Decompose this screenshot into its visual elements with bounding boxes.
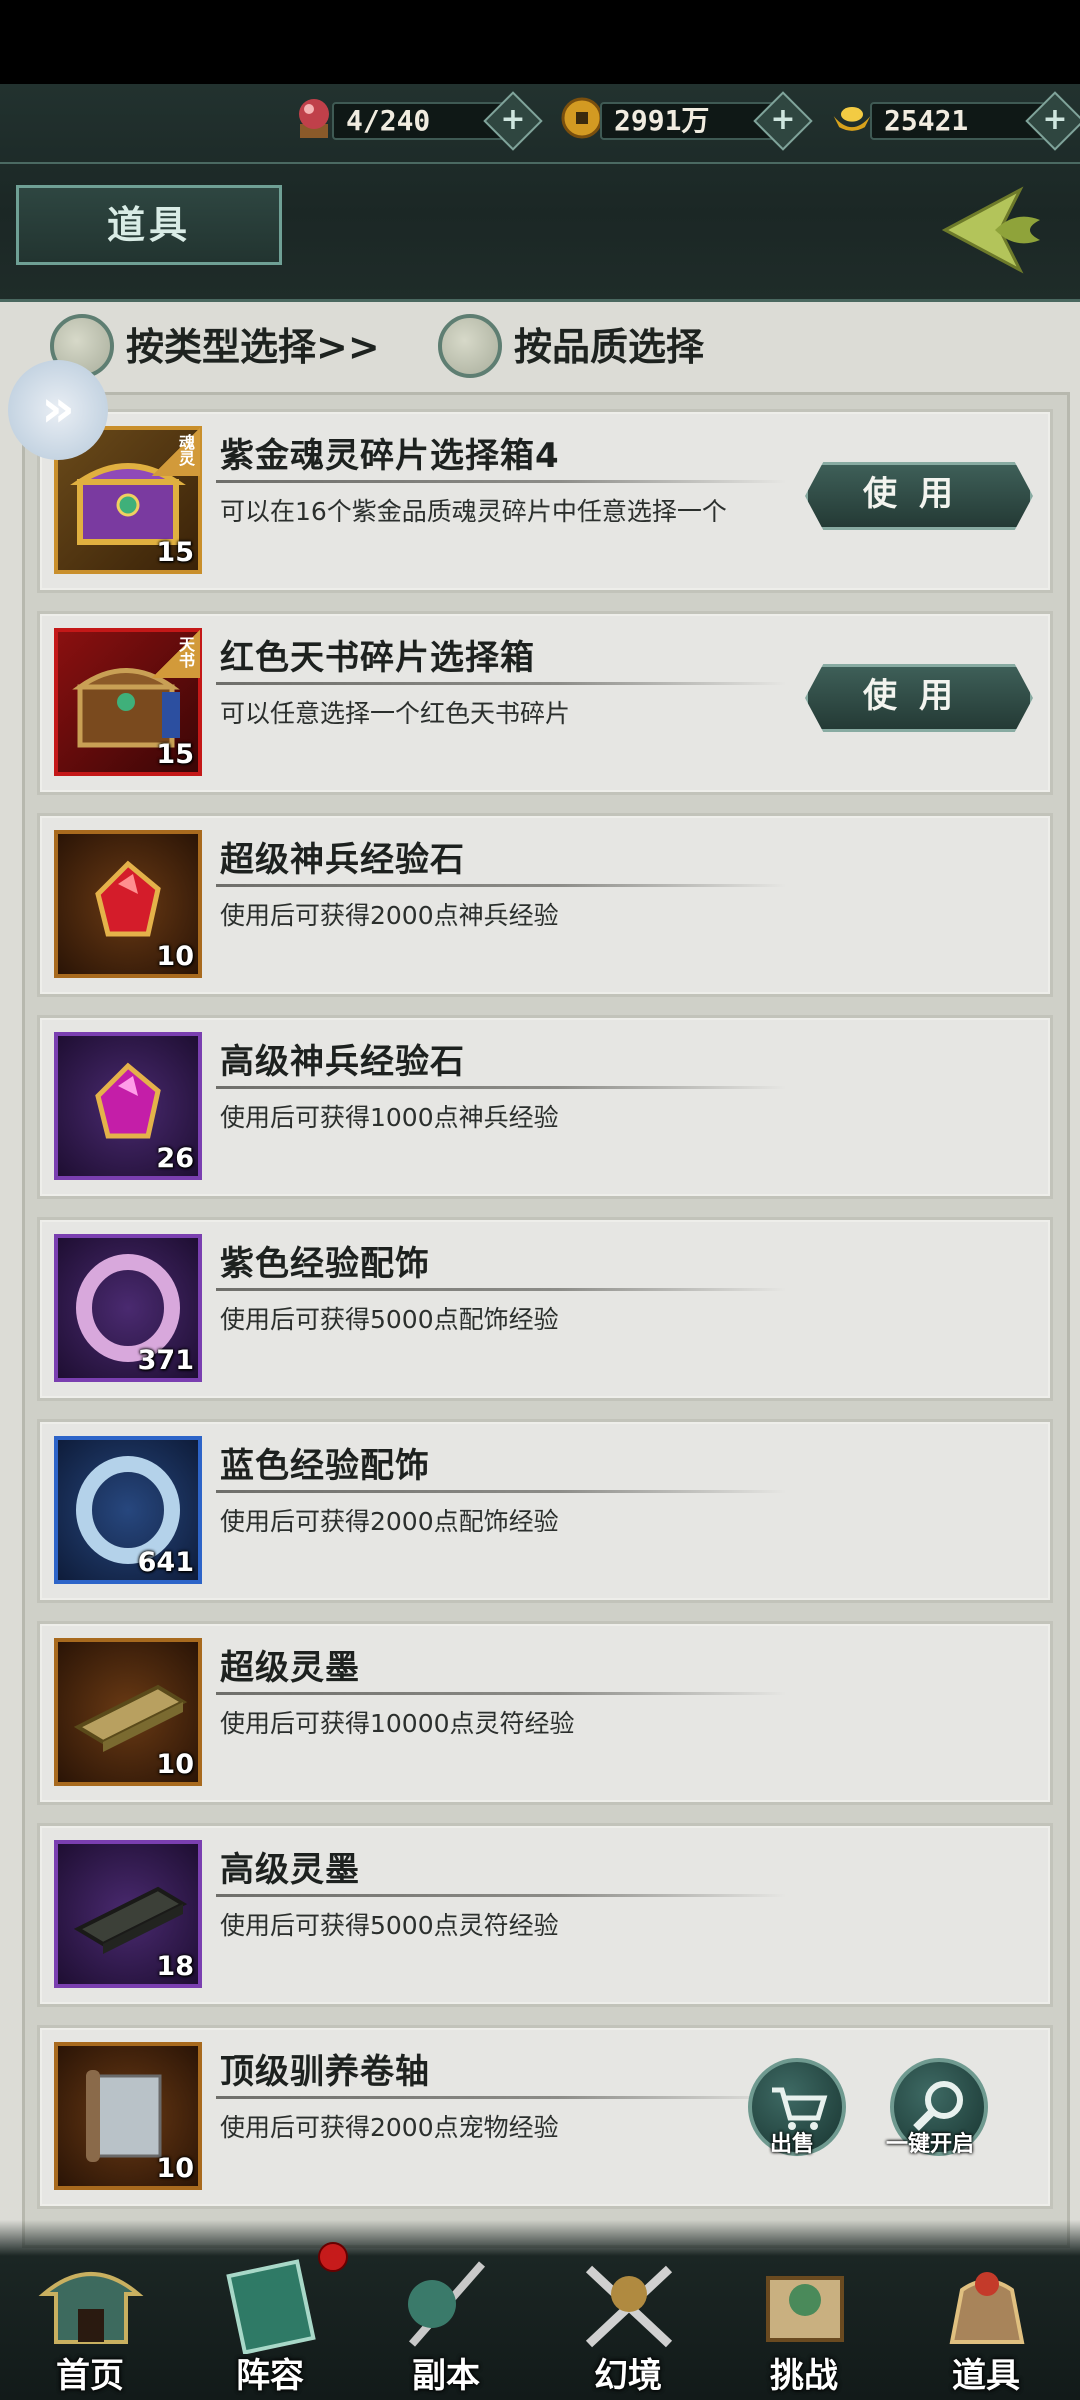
resource-stamina: 4/240 + — [292, 91, 543, 151]
nav-label: 道具 — [952, 2356, 1020, 2396]
item-thumbnail: 641 — [54, 1436, 202, 1584]
divider — [216, 884, 786, 887]
item-tag: 魂灵 — [152, 428, 200, 476]
nav-illusion[interactable]: 幻境 — [548, 2248, 708, 2398]
nav-dungeon[interactable]: 副本 — [366, 2248, 526, 2398]
item-description: 使用后可获得2000点神兵经验 — [220, 901, 559, 930]
item-tag: 天书 — [152, 630, 200, 678]
nav-label: 首页 — [56, 2356, 124, 2396]
bottom-nav: 首页 阵容 副本 幻境 挑战 道具 — [0, 2220, 1080, 2400]
nav-label: 幻境 — [594, 2356, 662, 2396]
nav-challenge[interactable]: 挑战 — [724, 2248, 884, 2398]
item-bag-icon — [949, 2272, 1025, 2344]
page-title: 道具 — [16, 185, 282, 265]
nav-items[interactable]: 道具 — [906, 2248, 1066, 2398]
divider — [216, 1490, 786, 1493]
notification-badge — [318, 2242, 348, 2272]
item-quantity: 10 — [156, 1749, 194, 1780]
item-name: 紫色经验配饰 — [220, 1244, 430, 1284]
item-quantity: 10 — [156, 941, 194, 972]
expand-arrow-button[interactable]: » — [8, 360, 108, 460]
add-stamina-button[interactable]: + — [483, 91, 543, 151]
item-thumbnail: 10 — [54, 1638, 202, 1786]
item-quantity: 641 — [137, 1547, 194, 1578]
quality-filter-radio[interactable] — [438, 314, 502, 378]
item-quantity: 18 — [156, 1951, 194, 1982]
divider — [216, 682, 786, 685]
crossed-swords-icon — [585, 2265, 673, 2348]
item-list[interactable]: 魂灵 15 紫金魂灵碎片选择箱4 可以在16个紫金品质魂灵碎片中任意选择一个 使… — [22, 392, 1070, 2248]
divider — [216, 2096, 786, 2099]
divider — [216, 1894, 786, 1897]
nav-lineup[interactable]: 阵容 — [190, 2242, 350, 2398]
divider — [216, 1086, 786, 1089]
item-name: 超级神兵经验石 — [220, 840, 465, 880]
item-description: 可以任意选择一个红色天书碎片 — [220, 699, 571, 728]
item-quantity: 10 — [156, 2153, 194, 2184]
item-name: 紫金魂灵碎片选择箱4 — [220, 436, 560, 476]
resource-coins: 2991万 + — [560, 91, 813, 151]
item-thumbnail: 371 — [54, 1234, 202, 1382]
item-name: 高级神兵经验石 — [220, 1042, 465, 1082]
item-quantity: 15 — [156, 537, 194, 568]
use-button[interactable]: 使用 — [805, 462, 1033, 530]
list-item[interactable]: 10 超级神兵经验石 使用后可获得2000点神兵经验 — [37, 813, 1053, 997]
list-item[interactable]: 371 紫色经验配饰 使用后可获得5000点配饰经验 — [37, 1217, 1053, 1401]
resource-gold: 25421 + — [830, 91, 1080, 151]
item-description: 可以在16个紫金品质魂灵碎片中任意选择一个 — [220, 497, 727, 526]
sell-label[interactable]: 出售 — [770, 2126, 814, 2158]
item-thumbnail: 26 — [54, 1032, 202, 1180]
nav-label: 副本 — [412, 2356, 480, 2396]
item-thumbnail: 天书 15 — [54, 628, 202, 776]
divider — [216, 480, 786, 483]
item-description: 使用后可获得2000点宠物经验 — [220, 2113, 559, 2142]
home-pavilion-icon — [38, 2272, 144, 2344]
item-description: 使用后可获得10000点灵符经验 — [220, 1709, 575, 1738]
item-description: 使用后可获得5000点灵符经验 — [220, 1911, 559, 1940]
filter-row: 按类型选择>> 按品质选择 — [0, 300, 1080, 390]
orb-icon — [299, 99, 329, 138]
open-all-label[interactable]: 一键开启 — [886, 2126, 974, 2158]
item-name: 顶级驯养卷轴 — [220, 2052, 430, 2092]
item-quantity: 15 — [156, 739, 194, 770]
quality-filter-label[interactable]: 按品质选择 — [514, 316, 704, 371]
item-thumbnail: 18 — [54, 1840, 202, 1988]
item-name: 蓝色经验配饰 — [220, 1446, 430, 1486]
item-quantity: 371 — [137, 1345, 194, 1376]
item-thumbnail: 10 — [54, 2042, 202, 2190]
divider — [216, 1692, 786, 1695]
item-quantity: 26 — [156, 1143, 194, 1174]
resource-value: 25421 — [870, 102, 1046, 140]
add-gold-button[interactable]: + — [1025, 91, 1080, 151]
back-arrow-icon[interactable] — [940, 180, 1050, 280]
list-item[interactable]: 641 蓝色经验配饰 使用后可获得2000点配饰经验 — [37, 1419, 1053, 1603]
list-item[interactable]: 魂灵 15 紫金魂灵碎片选择箱4 可以在16个紫金品质魂灵碎片中任意选择一个 使… — [37, 409, 1053, 593]
type-filter-label[interactable]: 按类型选择>> — [126, 316, 380, 371]
divider — [216, 1288, 786, 1291]
list-item[interactable]: 10 超级灵墨 使用后可获得10000点灵符经验 — [37, 1621, 1053, 1805]
status-bar — [0, 0, 1080, 84]
list-item[interactable]: 18 高级灵墨 使用后可获得5000点灵符经验 — [37, 1823, 1053, 2007]
nav-label: 阵容 — [236, 2356, 304, 2396]
top-header: 4/240 + 2991万 + 25421 + 道具 — [0, 84, 1080, 302]
nav-home[interactable]: 首页 — [10, 2248, 170, 2398]
item-name: 红色天书碎片选择箱 — [220, 638, 535, 678]
sword-warrior-icon — [408, 2261, 486, 2347]
list-item[interactable]: 天书 15 红色天书碎片选择箱 可以任意选择一个红色天书碎片 使用 — [37, 611, 1053, 795]
item-description: 使用后可获得1000点神兵经验 — [220, 1103, 559, 1132]
nav-label: 挑战 — [770, 2356, 838, 2396]
lineup-book-icon — [226, 2259, 316, 2354]
item-name: 高级灵墨 — [220, 1850, 360, 1890]
item-description: 使用后可获得5000点配饰经验 — [220, 1305, 559, 1334]
challenge-scroll-icon — [766, 2276, 844, 2342]
item-description: 使用后可获得2000点配饰经验 — [220, 1507, 559, 1536]
item-thumbnail: 10 — [54, 830, 202, 978]
use-button[interactable]: 使用 — [805, 664, 1033, 732]
item-name: 超级灵墨 — [220, 1648, 360, 1688]
gold-ingot-icon — [833, 107, 871, 131]
list-item[interactable]: 26 高级神兵经验石 使用后可获得1000点神兵经验 — [37, 1015, 1053, 1199]
add-coins-button[interactable]: + — [753, 91, 813, 151]
coin-icon — [561, 97, 603, 139]
